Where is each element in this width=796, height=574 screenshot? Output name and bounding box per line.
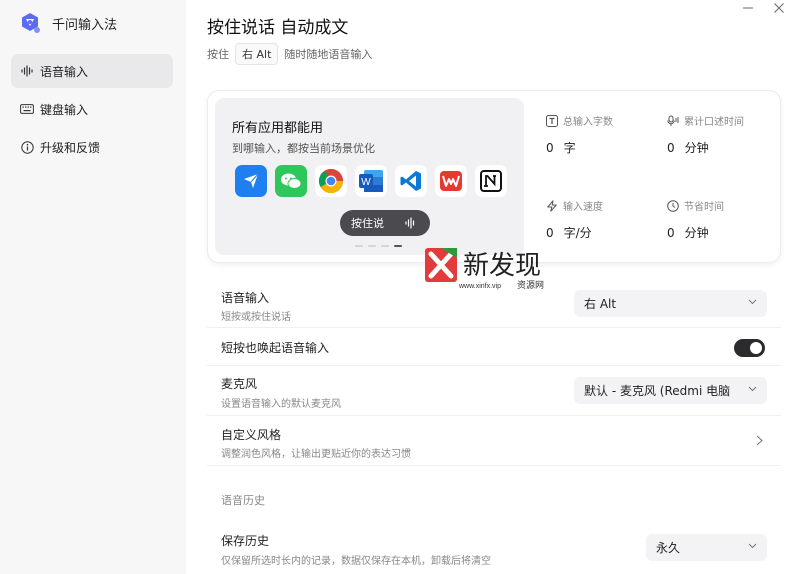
wps-icon <box>435 165 467 197</box>
stat-value: 0 <box>667 141 675 155</box>
mic-icon <box>667 115 679 126</box>
sidebar-item-label: 键盘输入 <box>40 102 89 117</box>
setting-title: 自定义风格 <box>221 428 282 442</box>
hero-panel: 所有应用都能用 到哪输入，都按当前场景优化 W 按住说 总输入字数 0 字 累计… <box>207 90 781 263</box>
history-retention-select[interactable]: 永久 <box>646 534 767 561</box>
subtitle-suffix: 随时随地语音输入 <box>284 48 373 61</box>
page-subtitle: 按住 右 Alt 随时随地语音输入 <box>207 43 372 65</box>
chrome-icon <box>315 165 347 197</box>
info-icon <box>20 140 34 154</box>
settings-list: 语音输入 短按或按住说话 右 Alt 短按也唤起语音输入 麦克风 设置语音输入的… <box>207 280 781 466</box>
select-value: 右 Alt <box>584 297 617 311</box>
stat-unit: 分钟 <box>684 141 709 155</box>
setting-voice-input: 语音输入 短按或按住说话 右 Alt <box>207 280 781 328</box>
chevron-down-icon <box>748 386 757 392</box>
setting-short-press: 短按也唤起语音输入 <box>207 328 781 366</box>
watermark-big-text: 新发现 <box>463 251 541 281</box>
sidebar: 千问输入法 语音输入 键盘输入 升级和反馈 <box>0 0 186 574</box>
push-to-talk-label: 按住说 <box>351 217 384 230</box>
clock-icon <box>667 199 679 212</box>
notion-icon <box>475 165 507 197</box>
close-icon <box>774 3 784 13</box>
waveform-icon <box>405 217 415 229</box>
wechat-icon <box>275 165 307 197</box>
keyboard-icon <box>20 102 34 116</box>
setting-save-history: 保存历史 仅保留所选时长内的记录，数据仅保存在本机，卸载后将清空 永久 <box>207 524 781 574</box>
carousel-dot-active[interactable] <box>394 245 402 247</box>
page-title: 按住说话 自动成文 <box>207 18 349 38</box>
stat-unit: 字 <box>563 141 576 155</box>
app-icons: W <box>235 165 515 197</box>
sidebar-item-keyboard-input[interactable]: 键盘输入 <box>11 92 173 126</box>
text-icon <box>546 114 558 127</box>
push-to-talk-button[interactable]: 按住说 <box>340 210 430 236</box>
vscode-icon <box>395 165 427 197</box>
short-press-toggle[interactable] <box>734 339 765 357</box>
stat-total-chars: 总输入字数 0字 <box>546 113 656 156</box>
sidebar-nav: 语音输入 键盘输入 升级和反馈 <box>11 54 173 168</box>
svg-text:W: W <box>361 177 371 188</box>
minimize-button[interactable] <box>742 2 754 14</box>
setting-microphone: 麦克风 设置语音输入的默认麦克风 默认 - 麦克风 (Redmi 电脑 <box>207 366 781 416</box>
subtitle-prefix: 按住 <box>207 48 229 61</box>
setting-desc: 仅保留所选时长内的记录，数据仅保存在本机，卸载后将清空 <box>221 556 491 567</box>
carousel-dot[interactable] <box>368 245 376 247</box>
sidebar-item-voice-input[interactable]: 语音输入 <box>11 54 173 88</box>
sidebar-item-upgrade-feedback[interactable]: 升级和反馈 <box>11 130 173 164</box>
stat-label: 累计口述时间 <box>684 117 744 128</box>
lightning-icon <box>547 199 557 212</box>
word-icon: W <box>355 165 387 197</box>
chevron-right-icon <box>756 435 763 446</box>
stat-unit: 字/分 <box>563 226 592 240</box>
setting-title: 语音输入 <box>221 291 270 305</box>
carousel-dot[interactable] <box>381 245 389 247</box>
sidebar-item-label: 语音输入 <box>40 64 89 79</box>
setting-desc: 调整润色风格，让输出更贴近你的表达习惯 <box>221 449 411 460</box>
stat-unit: 分钟 <box>684 226 709 240</box>
qwen-logo-icon <box>22 13 40 33</box>
close-button[interactable] <box>772 1 786 15</box>
carousel-dot[interactable] <box>355 245 363 247</box>
setting-title: 保存历史 <box>221 534 270 548</box>
stat-label: 节省时间 <box>684 202 724 213</box>
stat-value: 0 <box>546 141 554 155</box>
setting-title: 短按也唤起语音输入 <box>221 341 330 355</box>
waveform-icon <box>20 64 34 78</box>
setting-title: 麦克风 <box>221 377 258 391</box>
section-voice-history: 语音历史 <box>221 494 265 507</box>
chevron-down-icon <box>748 299 757 305</box>
brand: 千问输入法 <box>18 10 117 36</box>
voice-hotkey-select[interactable]: 右 Alt <box>574 290 767 317</box>
stat-input-speed: 输入速度 0 字/分 <box>546 198 656 241</box>
hotkey-chip: 右 Alt <box>235 43 279 65</box>
setting-desc: 短按或按住说话 <box>221 312 291 323</box>
stat-value: 0 <box>546 226 554 240</box>
main-panel: 按住说话 自动成文 按住 右 Alt 随时随地语音输入 所有应用都能用 到哪输入… <box>186 0 796 574</box>
microphone-select[interactable]: 默认 - 麦克风 (Redmi 电脑 <box>574 377 767 404</box>
sidebar-item-label: 升级和反馈 <box>40 140 101 155</box>
stat-value: 0 <box>667 226 675 240</box>
stat-label: 输入速度 <box>563 202 603 213</box>
hero-title: 所有应用都能用 <box>232 121 324 136</box>
carousel-dots <box>355 245 407 247</box>
stat-label: 总输入字数 <box>563 117 613 128</box>
chevron-down-icon <box>748 543 757 549</box>
select-value: 默认 - 麦克风 (Redmi 电脑 <box>584 384 731 398</box>
apps-carousel: 所有应用都能用 到哪输入，都按当前场景优化 W 按住说 <box>215 98 524 255</box>
select-value: 永久 <box>656 541 681 555</box>
app-name: 千问输入法 <box>52 17 118 33</box>
setting-desc: 设置语音输入的默认麦克风 <box>221 399 341 410</box>
setting-custom-style[interactable]: 自定义风格 调整润色风格，让输出更贴近你的表达习惯 <box>207 416 781 466</box>
toggle-knob <box>750 342 762 354</box>
minimize-icon <box>743 7 753 9</box>
hero-desc: 到哪输入，都按当前场景优化 <box>232 142 375 155</box>
stat-dictation-time: 累计口述时间 0 分钟 <box>667 113 777 156</box>
stat-time-saved: 节省时间 0 分钟 <box>667 198 777 241</box>
feishu-icon <box>235 165 267 197</box>
